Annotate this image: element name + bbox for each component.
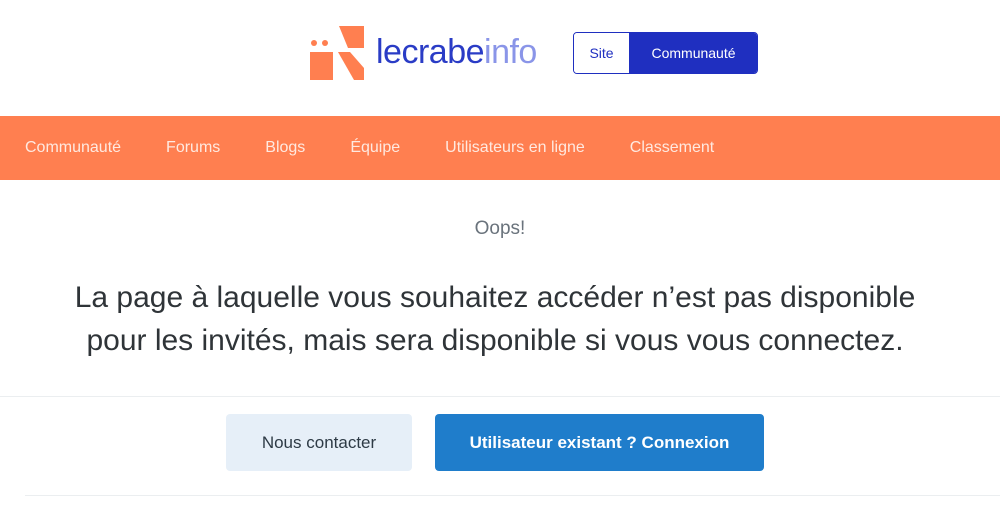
nav-item-utilisateurs-en-ligne[interactable]: Utilisateurs en ligne: [445, 139, 585, 157]
site-community-switch: Site Communauté: [573, 32, 758, 74]
nav-item-blogs[interactable]: Blogs: [265, 139, 305, 157]
community-switch-button[interactable]: Communauté: [630, 33, 757, 73]
error-message-line-1: La page à laquelle vous souhaitez accéde…: [74, 281, 916, 314]
nav-item-classement[interactable]: Classement: [630, 139, 714, 157]
divider: [0, 396, 1000, 397]
error-message-line-2: pour les invités, mais sera disponible s…: [86, 324, 904, 357]
error-message: La page à laquelle vous souhaitez accéde…: [0, 276, 990, 362]
brand-wordmark[interactable]: lecrabeinfo: [376, 30, 537, 74]
login-button[interactable]: Utilisateur existant ? Connexion: [435, 414, 764, 471]
crab-logo-icon[interactable]: [308, 26, 364, 80]
contact-button[interactable]: Nous contacter: [226, 414, 412, 471]
main-navigation: Communauté Forums Blogs Équipe Utilisate…: [0, 116, 1000, 180]
nav-item-forums[interactable]: Forums: [166, 139, 220, 157]
divider: [25, 495, 1000, 496]
brand-name-part1: lecrabe: [376, 33, 485, 71]
nav-item-communaute[interactable]: Communauté: [25, 139, 121, 157]
site-switch-button[interactable]: Site: [574, 33, 630, 73]
nav-item-equipe[interactable]: Équipe: [350, 139, 400, 157]
site-header: lecrabeinfo Site Communauté: [0, 0, 1000, 115]
brand-name-part2: info: [484, 33, 537, 71]
error-heading: Oops!: [474, 218, 526, 239]
